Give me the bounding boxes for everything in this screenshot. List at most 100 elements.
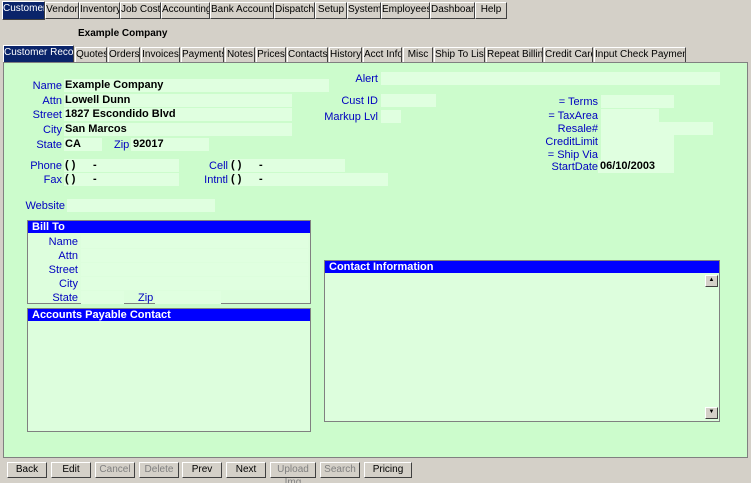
attn-value: Lowell Dunn [65, 94, 131, 106]
street-label: Street [32, 109, 62, 121]
back-button[interactable]: Back [7, 462, 47, 478]
tab-employees[interactable]: Employees [381, 2, 430, 19]
bill-to-street-label: Street [48, 264, 78, 276]
name-value: Example Company [65, 79, 164, 91]
customer-record-panel: Name Example Company Attn Lowell Dunn St… [3, 62, 748, 458]
tab-job-cost[interactable]: Job Cost [120, 2, 161, 19]
attn-label: Attn [42, 95, 62, 107]
tab-system[interactable]: System [347, 2, 381, 19]
state-value: CA [65, 138, 81, 150]
resale-label: Resale# [557, 123, 598, 135]
bill-to-state-field[interactable] [81, 291, 124, 304]
tab-accounting[interactable]: Accounting [161, 2, 210, 19]
subtab-prices[interactable]: Prices [256, 47, 286, 63]
cust-id-field[interactable] [381, 94, 436, 107]
delete-button[interactable]: Delete [139, 462, 179, 478]
shipvia-label[interactable]: = Ship Via [524, 149, 598, 161]
terms-label[interactable]: = Terms [524, 96, 598, 108]
bill-to-street-field[interactable] [81, 263, 308, 276]
subtab-notes[interactable]: Notes [225, 47, 255, 63]
fax-area-code: ( ) [65, 173, 76, 185]
phone-separator: - [93, 159, 97, 171]
fax-label: Fax [43, 174, 62, 186]
tab-dispatch[interactable]: Dispatch [274, 2, 315, 19]
cell-field[interactable] [230, 159, 345, 172]
subtab-input-check-payments[interactable]: Input Check Payments [594, 47, 686, 63]
subtab-quotes[interactable]: Quotes [75, 47, 107, 63]
subtab-customer-record[interactable]: Customer Record [3, 45, 74, 63]
phone-area-code: ( ) [65, 159, 76, 171]
bill-to-zip-field[interactable] [155, 291, 221, 304]
bill-to-city-field[interactable] [81, 277, 308, 290]
bill-to-city-label: City [59, 278, 78, 290]
contact-info-header: Contact Information [325, 261, 719, 273]
ap-contact-box: Accounts Payable Contact [27, 308, 311, 432]
cell-area-code: ( ) [231, 159, 242, 171]
upload-image-button[interactable]: Upload Img [270, 462, 316, 483]
ap-contact-textarea[interactable] [29, 322, 309, 430]
subtab-repeat-billing[interactable]: Repeat Billing [486, 47, 543, 63]
subtab-contacts[interactable]: Contacts [287, 47, 328, 63]
subtab-acct-info[interactable]: Acct Info [363, 47, 402, 63]
website-field[interactable] [67, 199, 215, 212]
next-button[interactable]: Next [226, 462, 266, 478]
search-button[interactable]: Search [320, 462, 360, 478]
cell-separator: - [259, 159, 263, 171]
tab-customer[interactable]: Customer [2, 1, 45, 20]
subtab-ship-to-list[interactable]: Ship To List [434, 47, 485, 63]
pricing-button[interactable]: Pricing [364, 462, 412, 478]
subtab-misc[interactable]: Misc [403, 47, 433, 63]
zip-value: 92017 [133, 138, 164, 150]
cell-label: Cell [209, 160, 228, 172]
resale-field[interactable] [601, 122, 713, 135]
bill-to-zip-label: Zip [138, 292, 154, 304]
subtab-history[interactable]: History [329, 47, 362, 63]
fax-field[interactable] [64, 173, 179, 186]
taxarea-label[interactable]: = TaxArea [524, 110, 598, 122]
terms-field[interactable] [601, 95, 674, 108]
startdate-label: StartDate [551, 161, 598, 173]
tab-vendor[interactable]: Vendor [45, 2, 79, 19]
cancel-button[interactable]: Cancel [95, 462, 135, 478]
bill-to-attn-label: Attn [58, 250, 78, 262]
taxarea-field[interactable] [601, 109, 659, 122]
phone-field[interactable] [64, 159, 179, 172]
bill-to-attn-field[interactable] [81, 249, 308, 262]
tab-bank-accounts[interactable]: Bank Accounts [210, 2, 274, 19]
startdate-value: 06/10/2003 [600, 160, 656, 172]
city-label: City [43, 124, 62, 136]
subtab-invoices[interactable]: Invoices [141, 47, 180, 63]
subtab-payments[interactable]: Payments [181, 47, 224, 63]
contact-info-scrollbar[interactable]: ▲ ▼ [704, 273, 718, 420]
contact-info-box: Contact Information ▲ ▼ [324, 260, 720, 422]
subtab-orders[interactable]: Orders [108, 47, 140, 63]
bill-to-name-label: Name [48, 236, 78, 248]
city-value: San Marcos [65, 123, 127, 135]
creditlimit-field[interactable] [601, 135, 674, 148]
scroll-down-icon[interactable]: ▼ [705, 407, 718, 419]
creditlimit-label: CreditLimit [545, 136, 598, 148]
subtab-credit-cards[interactable]: Credit Cards [544, 47, 593, 63]
fax-separator: - [93, 173, 97, 185]
tab-help[interactable]: Help [475, 2, 507, 19]
edit-button[interactable]: Edit [51, 462, 91, 478]
scroll-up-icon[interactable]: ▲ [705, 275, 718, 287]
tab-inventory[interactable]: Inventory [79, 2, 120, 19]
tab-dashboard[interactable]: Dashboard [430, 2, 475, 19]
zip-label: Zip [114, 139, 130, 151]
phone-label: Phone [30, 160, 62, 172]
tab-setup[interactable]: Setup [315, 2, 347, 19]
intntl-area-code: ( ) [231, 173, 242, 185]
prev-button[interactable]: Prev [182, 462, 222, 478]
intntl-field[interactable] [230, 173, 388, 186]
intntl-label: Intntl [204, 174, 228, 186]
website-label: Website [25, 200, 65, 212]
bill-to-name-field[interactable] [81, 235, 308, 248]
alert-label: Alert [355, 73, 378, 85]
bill-to-state-label: State [52, 292, 78, 304]
markup-level-field[interactable] [381, 110, 401, 123]
bill-to-box: Bill To Name Attn Street City State Zip [27, 220, 311, 304]
markup-level-label: Markup Lvl [324, 111, 378, 123]
contact-info-textarea[interactable] [326, 274, 704, 420]
alert-field[interactable] [381, 72, 720, 85]
